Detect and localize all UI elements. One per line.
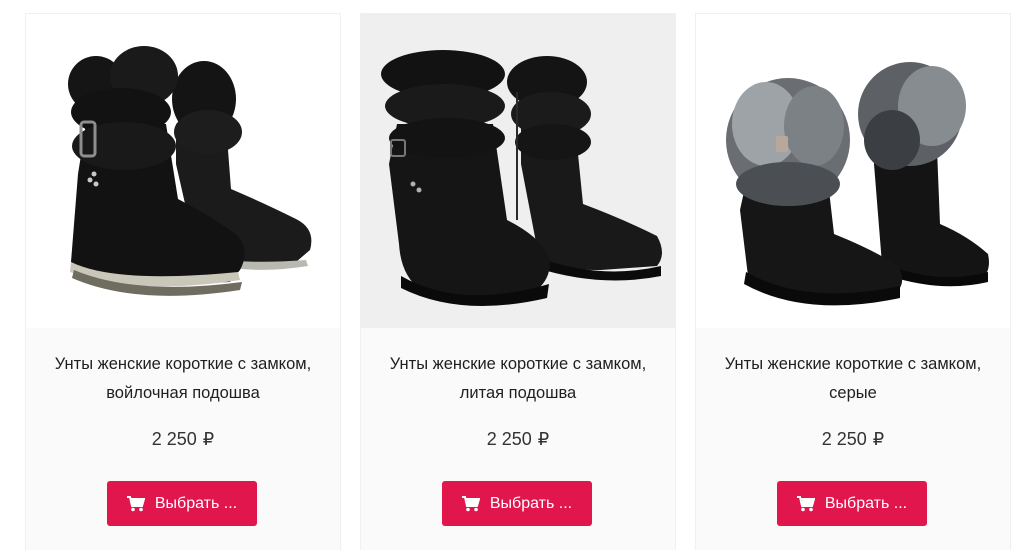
product-title[interactable]: Унты женские короткие с замком, литая по… xyxy=(373,350,663,408)
select-button-label: Выбрать ... xyxy=(824,494,908,512)
boots-image xyxy=(68,46,312,296)
currency-symbol: ₽ xyxy=(202,429,215,449)
price-value: 2 250 xyxy=(821,429,867,449)
product-card: Унты женские короткие с замком, серые 2 … xyxy=(696,14,1010,550)
currency-symbol: ₽ xyxy=(537,429,550,449)
boots-image xyxy=(381,50,662,306)
cart-icon xyxy=(796,495,815,512)
product-title[interactable]: Унты женские короткие с замком, войлочна… xyxy=(38,350,328,408)
product-title-line: серые xyxy=(829,384,877,402)
product-title-line: Унты женские короткие с замком, xyxy=(54,355,312,373)
price-value: 2 250 xyxy=(486,429,532,449)
product-grid: Унты женские короткие с замком, войлочна… xyxy=(0,0,1026,550)
currency-symbol: ₽ xyxy=(872,429,885,449)
cart-icon xyxy=(461,495,480,512)
product-title-line: Унты женские короткие с замком, xyxy=(389,355,647,373)
select-button-label: Выбрать ... xyxy=(489,494,573,512)
product-image[interactable] xyxy=(696,14,1010,328)
product-image[interactable] xyxy=(26,14,340,328)
product-title-line: войлочная подошва xyxy=(106,384,260,402)
product-price: 2 250 ₽ xyxy=(361,426,675,452)
product-card: Унты женские короткие с замком, литая по… xyxy=(361,14,675,550)
select-button[interactable]: Выбрать ... xyxy=(107,481,257,526)
product-title-line: литая подошва xyxy=(459,384,577,402)
cart-icon xyxy=(126,495,145,512)
product-price: 2 250 ₽ xyxy=(696,426,1010,452)
select-button[interactable]: Выбрать ... xyxy=(442,481,592,526)
product-title-line: Унты женские короткие с замком, xyxy=(724,355,982,373)
product-image[interactable] xyxy=(361,14,675,328)
product-title[interactable]: Унты женские короткие с замком, серые xyxy=(708,350,998,408)
select-button[interactable]: Выбрать ... xyxy=(777,481,927,526)
product-price: 2 250 ₽ xyxy=(26,426,340,452)
price-value: 2 250 xyxy=(151,429,197,449)
product-card: Унты женские короткие с замком, войлочна… xyxy=(26,14,340,550)
boots-image xyxy=(726,62,989,306)
select-button-label: Выбрать ... xyxy=(154,494,238,512)
